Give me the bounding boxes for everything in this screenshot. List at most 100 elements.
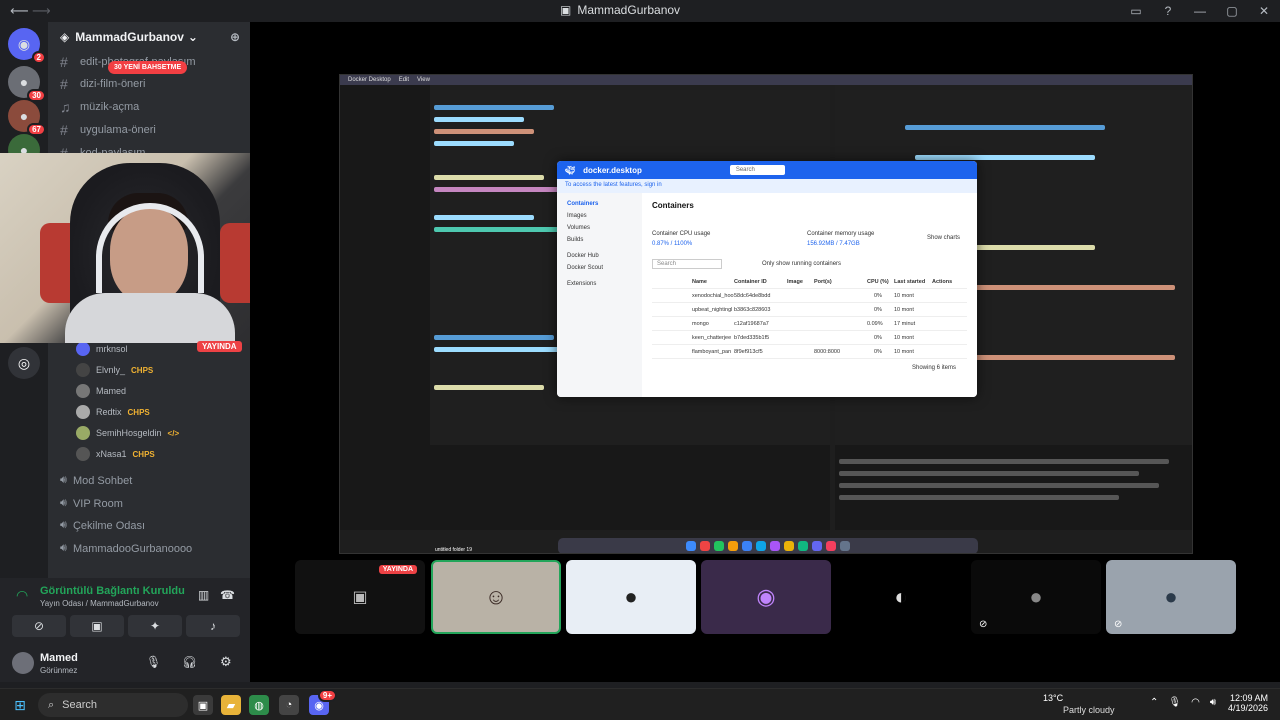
- participant-tile-speaking[interactable]: ☺: [431, 560, 561, 634]
- sidebar-item-volumes[interactable]: Volumes: [567, 225, 590, 231]
- discord-icon[interactable]: [812, 541, 822, 551]
- sidebar-item-docker-hub[interactable]: Docker Hub: [567, 253, 599, 259]
- docker-sidebar: Containers Images Volumes Builds Docker …: [557, 193, 642, 397]
- inbox-icon[interactable]: ▭: [1120, 0, 1152, 22]
- avatar[interactable]: [12, 652, 34, 674]
- voice-member[interactable]: mrknsol: [76, 342, 128, 356]
- app-icon[interactable]: ◔: [279, 695, 299, 715]
- cpu-usage-value: 0.87% / 1100%: [652, 241, 693, 247]
- microphone-icon[interactable]: 🎙︎: [1168, 697, 1181, 708]
- maximize-button[interactable]: ▢: [1216, 0, 1248, 22]
- channel-item[interactable]: # uygulama-öneri: [60, 122, 156, 138]
- soundboard-button[interactable]: ♪: [186, 615, 240, 637]
- windows-taskbar: ⊞ ⌕ Search ▣ ▰ ◍ ◔ ◉ 9+ 13°C Partly cloud…: [0, 688, 1280, 720]
- back-arrow-icon[interactable]: ⟵: [10, 3, 29, 19]
- show-charts-button[interactable]: Show charts: [927, 235, 960, 241]
- participant-tile[interactable]: ● ⊘: [971, 560, 1101, 634]
- voice-member[interactable]: Redtix CHPS: [76, 405, 150, 419]
- minimize-button[interactable]: —: [1184, 0, 1216, 22]
- sidebar-item-extensions[interactable]: Extensions: [567, 281, 596, 287]
- close-button[interactable]: ✕: [1248, 0, 1280, 22]
- discover-icon[interactable]: ◎: [8, 347, 40, 379]
- clock[interactable]: 12:09 AM 4/19/2026: [1228, 693, 1268, 713]
- discord-icon[interactable]: ◉ 9+: [309, 689, 337, 715]
- docker-search-input[interactable]: Search: [729, 165, 785, 175]
- signal-icon[interactable]: ◠: [16, 587, 28, 604]
- desktop-folder-label[interactable]: untitled folder 19: [435, 547, 472, 553]
- app-icon[interactable]: [798, 541, 808, 551]
- voice-member[interactable]: Mamed: [76, 384, 126, 398]
- sidebar-item-builds[interactable]: Builds: [567, 237, 583, 243]
- voice-channel[interactable]: 🔊︎ Mod Sohbet: [60, 474, 132, 487]
- sidebar-item-containers[interactable]: Containers: [567, 201, 598, 207]
- help-icon[interactable]: ?: [1152, 0, 1184, 22]
- new-mentions-pill[interactable]: 30 YENİ BAHSETME: [108, 61, 188, 74]
- microphone-icon[interactable]: 🎙︎: [146, 655, 161, 669]
- sidebar-item-images[interactable]: Images: [567, 213, 587, 219]
- docker-desktop-window[interactable]: 🐳︎ docker.desktop Search To access the l…: [557, 161, 977, 397]
- voice-connection-panel: ◠ Görüntülü Bağlantı Kuruldu Yayın Odası…: [0, 578, 250, 644]
- channel-item[interactable]: ♫ müzik-açma: [60, 99, 139, 115]
- avatar: [76, 405, 90, 419]
- finder-icon[interactable]: [686, 541, 696, 551]
- app-icon[interactable]: [700, 541, 710, 551]
- voice-member[interactable]: xNasa1 CHPS: [76, 447, 155, 461]
- voice-channel[interactable]: 🔊︎ Çekilme Odası: [60, 519, 145, 532]
- trash-icon[interactable]: [840, 541, 850, 551]
- taskbar-search[interactable]: ⌕ Search: [38, 693, 188, 717]
- app-icon[interactable]: [728, 541, 738, 551]
- app-icon[interactable]: [770, 541, 780, 551]
- server-header[interactable]: ◈ MammadGurbanov ⌄ ⊕: [48, 22, 250, 52]
- file-explorer-icon[interactable]: ▰: [221, 695, 241, 715]
- app-icon[interactable]: [784, 541, 794, 551]
- camera-off-button[interactable]: ⊘: [12, 615, 66, 637]
- app-icon[interactable]: [826, 541, 836, 551]
- docker-icon[interactable]: [756, 541, 766, 551]
- voice-channel-path[interactable]: Yayın Odası / MammadGurbanov: [40, 599, 159, 608]
- shared-screen[interactable]: Docker Desktop Edit View 🐳︎ docker.deskt…: [339, 74, 1193, 554]
- forward-arrow-icon[interactable]: ⟶: [32, 3, 51, 19]
- voice-channel[interactable]: 🔊︎ VIP Room: [60, 497, 123, 510]
- chevron-up-icon[interactable]: ⌃: [1150, 697, 1158, 708]
- add-member-icon[interactable]: ⊕: [230, 30, 240, 44]
- server-icon[interactable]: ● 30: [8, 66, 46, 102]
- table-row[interactable]: xenodochial_hoo 58dc64de8bdd 0% 10 mont: [652, 289, 967, 303]
- participant-avatar: ◐: [894, 584, 908, 609]
- weather-temperature[interactable]: 13°C: [1043, 693, 1063, 703]
- table-row[interactable]: keen_chatterjee b7ded335b1f5 0% 10 mont: [652, 331, 967, 345]
- volume-icon[interactable]: 🔊︎: [1210, 697, 1216, 708]
- table-row[interactable]: upbeat_nightingl b3863c828603 0% 10 mont: [652, 303, 967, 317]
- wifi-icon[interactable]: ◠: [1191, 697, 1200, 708]
- windows-start-icon[interactable]: ⊞: [10, 695, 30, 715]
- screen-share-button[interactable]: ▣: [70, 615, 124, 637]
- participant-tile[interactable]: ▣ YAYINDA: [295, 560, 425, 634]
- participant-tile[interactable]: ● ⊘: [1106, 560, 1236, 634]
- noise-suppression-icon[interactable]: ▥: [198, 588, 209, 602]
- table-row[interactable]: flamboyant_pan 8f9ef913cf5 8000:8000 0% …: [652, 345, 967, 359]
- task-view-icon[interactable]: ▣: [193, 695, 213, 715]
- server-icon[interactable]: ● 67: [8, 100, 46, 136]
- sign-in-banner[interactable]: To access the latest features, sign in: [557, 179, 977, 193]
- hash-icon: #: [60, 122, 68, 138]
- speaker-icon: 🔊︎: [60, 519, 67, 531]
- headphones-icon[interactable]: 🎧︎: [182, 655, 197, 669]
- table-row[interactable]: mongo c12af19687a7 0.09% 17 minut: [652, 317, 967, 331]
- participant-tile[interactable]: ◉: [701, 560, 831, 634]
- chrome-icon[interactable]: ◍: [249, 695, 269, 715]
- participant-tile[interactable]: ◐: [836, 560, 966, 634]
- running-only-toggle[interactable]: Only show running containers: [762, 261, 841, 267]
- channel-item[interactable]: # dizi-film-öneri: [60, 76, 145, 92]
- app-icon[interactable]: [714, 541, 724, 551]
- window-controls: ▭ ? — ▢ ✕: [1120, 0, 1280, 22]
- sidebar-item-docker-scout[interactable]: Docker Scout: [567, 265, 603, 271]
- container-search-input[interactable]: Search: [652, 259, 722, 269]
- disconnect-icon[interactable]: ☎: [220, 588, 235, 602]
- participant-tile[interactable]: ●: [566, 560, 696, 634]
- voice-member[interactable]: Elvnly_ CHPS: [76, 363, 153, 377]
- voice-member[interactable]: SemihHosgeldin </>: [76, 426, 179, 440]
- vscode-icon[interactable]: [742, 541, 752, 551]
- discord-home-icon[interactable]: ◉ 2: [8, 28, 46, 64]
- activities-button[interactable]: ✦: [128, 615, 182, 637]
- gear-icon[interactable]: ⚙: [220, 654, 232, 670]
- voice-channel[interactable]: 🔊︎ MammadooGurbanoooo: [60, 542, 192, 555]
